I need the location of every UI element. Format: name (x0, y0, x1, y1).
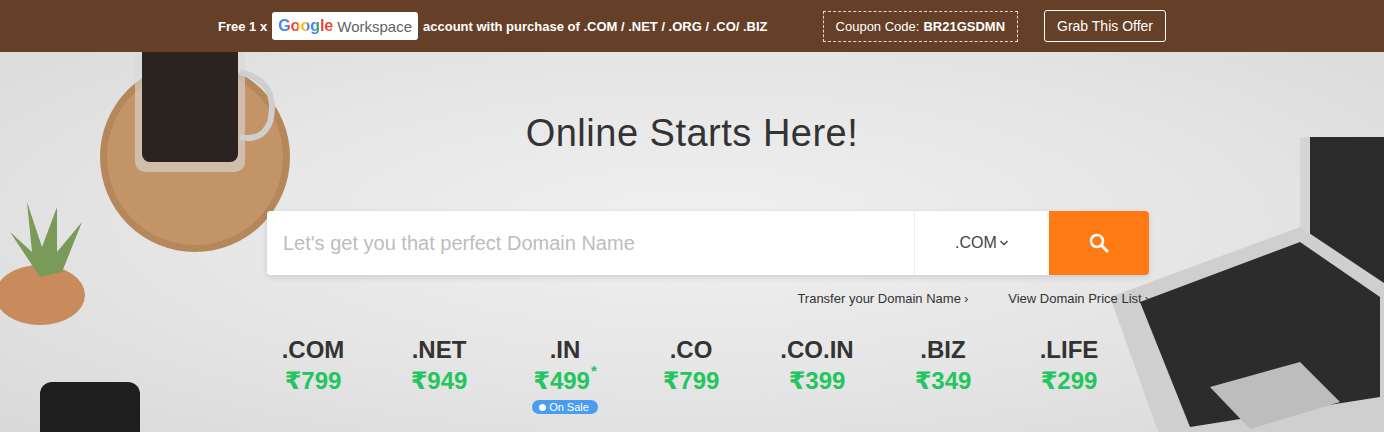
price-item[interactable]: .LIFE₹299 (1006, 336, 1132, 414)
google-workspace-logo: GoogleWorkspace (272, 12, 418, 40)
phone-icon (30, 372, 140, 432)
price-value: ₹949 (411, 364, 468, 398)
price-item[interactable]: .IN₹499* On Sale (502, 336, 628, 414)
tld-name: .CO.IN (780, 336, 853, 364)
price-value: ₹499 (533, 364, 590, 398)
tld-name: .IN (550, 336, 581, 364)
price: ₹499* (533, 364, 597, 398)
tld-name: .CO (670, 336, 713, 364)
link-label: Transfer your Domain Name (797, 291, 961, 306)
link-arrow: › (1145, 291, 1149, 306)
plant-icon (0, 187, 90, 327)
price-list: .COM₹799.NET₹949.IN₹499*On Sale.CO₹799.C… (250, 336, 1132, 414)
tld-value: .COM (955, 234, 997, 252)
badge-label: On Sale (549, 401, 589, 413)
price-value: ₹399 (789, 364, 846, 398)
price-item[interactable]: .BIZ₹349 (880, 336, 1006, 414)
badge-dot (539, 404, 546, 411)
search-link[interactable]: Transfer your Domain Name› (797, 291, 968, 306)
coupon-value[interactable]: BR21GSDMN (923, 19, 1005, 34)
grab-offer-button[interactable]: Grab This Offer (1044, 10, 1166, 42)
link-arrow: › (964, 291, 968, 306)
hero: Online Starts Here! .COM Transfer your Dom… (0, 52, 1384, 432)
hero-content: Online Starts Here! .COM Transfer your Dom… (235, 52, 1149, 414)
tld-name: .NET (412, 336, 467, 364)
domain-input[interactable] (267, 211, 914, 275)
search-link[interactable]: View Domain Price List › (1008, 291, 1149, 306)
search-links: Transfer your Domain Name›View Domain Pr… (267, 291, 1149, 306)
tld-name: .BIZ (920, 336, 965, 364)
price-value: ₹349 (915, 364, 972, 398)
domain-search: .COM (267, 211, 1149, 275)
laptop-icon (1100, 137, 1384, 432)
price: ₹799 (663, 364, 720, 398)
tld-name: .COM (282, 336, 345, 364)
price-item[interactable]: .NET₹949 (376, 336, 502, 414)
tld-dropdown[interactable]: .COM (914, 211, 1049, 275)
price-value: ₹299 (1041, 364, 1098, 398)
chevron-down-icon (999, 239, 1009, 247)
promo-text: Free 1 x GoogleWorkspace account with purc… (218, 12, 768, 40)
price: ₹799 (285, 364, 342, 398)
promo-bar: Free 1 x GoogleWorkspace account with purc… (0, 0, 1384, 52)
price-item[interactable]: .COM₹799 (250, 336, 376, 414)
sale-badge: On Sale (532, 400, 598, 414)
price-note: * (591, 364, 597, 378)
price: ₹349 (915, 364, 972, 398)
tld-name: .LIFE (1040, 336, 1099, 364)
price-value: ₹799 (663, 364, 720, 398)
link-label: View Domain Price List (1008, 291, 1141, 306)
promo-suffix: account with purchase of .COM / .NET / .… (423, 19, 768, 34)
search-icon (1089, 233, 1109, 253)
price-item[interactable]: .CO.IN₹399 (754, 336, 880, 414)
search-button[interactable] (1049, 211, 1149, 275)
price: ₹399 (789, 364, 846, 398)
price: ₹299 (1041, 364, 1098, 398)
coupon-code: Coupon Code:BR21GSDMN (823, 11, 1018, 42)
coupon-label: Coupon Code: (836, 19, 920, 34)
promo-prefix: Free 1 x (218, 19, 267, 34)
logo-brand: Google (278, 17, 333, 35)
price: ₹949 (411, 364, 468, 398)
hero-title: Online Starts Here! (526, 110, 859, 156)
price-item[interactable]: .CO₹799 (628, 336, 754, 414)
price-value: ₹799 (285, 364, 342, 398)
logo-product: Workspace (337, 18, 412, 35)
